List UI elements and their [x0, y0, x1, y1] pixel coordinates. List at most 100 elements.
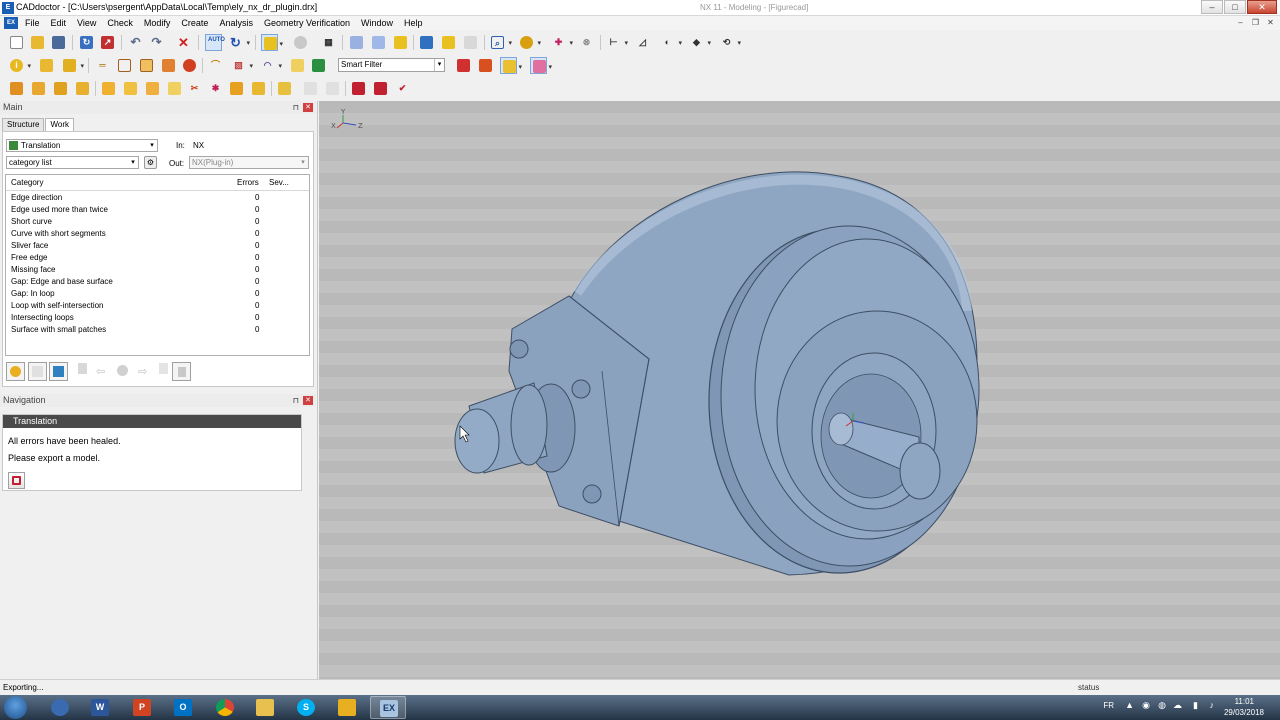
- table-row[interactable]: Surface with small patches 0: [6, 324, 309, 336]
- table-row[interactable]: Intersecting loops 0: [6, 312, 309, 324]
- menu-create[interactable]: Create: [181, 17, 208, 29]
- menu-logo-icon[interactable]: EX: [4, 17, 18, 29]
- table-row[interactable]: Missing face 0: [6, 264, 309, 276]
- open-file-button[interactable]: [29, 34, 46, 51]
- select-face-button[interactable]: [38, 57, 55, 74]
- network-icon[interactable]: ▮: [1193, 700, 1198, 711]
- taskbar-ie[interactable]: [42, 696, 78, 719]
- back-button[interactable]: ⇦: [93, 362, 112, 381]
- table-row[interactable]: Gap: Edge and base surface 0: [6, 276, 309, 288]
- heal-tool4-button[interactable]: [74, 80, 91, 97]
- table-row[interactable]: Short curve 0: [6, 216, 309, 228]
- table-row[interactable]: Gap: In loop 0: [6, 288, 309, 300]
- shaded-mode-button[interactable]: ▾: [261, 34, 283, 51]
- view-cube3-button[interactable]: [392, 34, 409, 51]
- zoom-button[interactable]: ⌕ ▾: [489, 34, 512, 51]
- menu-edit[interactable]: Edit: [51, 17, 67, 29]
- heal-tool1-button[interactable]: [8, 80, 25, 97]
- view-cube-button[interactable]: [348, 34, 365, 51]
- view-cube2-button[interactable]: [370, 34, 387, 51]
- menu-analysis[interactable]: Analysis: [219, 17, 253, 29]
- trim-button[interactable]: ✂: [186, 80, 203, 97]
- mdi-close-button[interactable]: ✕: [1264, 17, 1277, 28]
- taskbar-nx[interactable]: [329, 696, 365, 719]
- language-indicator[interactable]: FR: [1103, 701, 1114, 710]
- surface-tool3-button[interactable]: [144, 80, 161, 97]
- assembly-button[interactable]: [181, 57, 198, 74]
- arc-button[interactable]: ◠ ▾: [259, 57, 282, 74]
- light-button[interactable]: ◐ ▾: [659, 34, 682, 51]
- inspect-button[interactable]: [6, 362, 25, 381]
- tray-app2-icon[interactable]: ◍: [1158, 700, 1166, 711]
- undo-button[interactable]: ↶: [127, 34, 144, 51]
- model-canvas[interactable]: Y Z X: [319, 101, 1280, 679]
- delete-button[interactable]: ✕: [175, 34, 192, 51]
- close-button[interactable]: ✕: [1247, 0, 1277, 14]
- translation-section-header[interactable]: Translation: [3, 415, 301, 428]
- auto-heal-2-button[interactable]: [372, 80, 389, 97]
- solid-cube-button[interactable]: [138, 57, 155, 74]
- menu-help[interactable]: Help: [404, 17, 423, 29]
- tray-arrow-icon[interactable]: ▲: [1125, 700, 1134, 710]
- taskbar-word[interactable]: W: [82, 696, 118, 719]
- pin-icon[interactable]: ⊓: [293, 394, 299, 407]
- tab-structure[interactable]: Structure: [2, 118, 45, 131]
- taskbar-chrome[interactable]: [207, 696, 243, 719]
- compare-button[interactable]: [440, 34, 457, 51]
- mdi-restore-button[interactable]: ❐: [1249, 17, 1262, 28]
- note-button[interactable]: [289, 57, 306, 74]
- menu-view[interactable]: View: [77, 17, 96, 29]
- column-category[interactable]: Category: [11, 175, 43, 191]
- panel-close-button[interactable]: ✕: [303, 103, 313, 112]
- start-button[interactable]: [4, 696, 27, 719]
- info-button[interactable]: i ▾: [8, 57, 31, 74]
- pin-icon[interactable]: ⊓: [293, 101, 299, 114]
- section-button[interactable]: ◿: [634, 34, 651, 51]
- settings-gear-button[interactable]: ⚙: [144, 156, 157, 169]
- surface-tool1-button[interactable]: [100, 80, 117, 97]
- filter-pink-button[interactable]: ▾: [530, 57, 552, 74]
- run-button[interactable]: [49, 362, 68, 381]
- taskbar-explorer[interactable]: [247, 696, 283, 719]
- forward-button[interactable]: ⇨: [135, 362, 154, 381]
- minimize-button[interactable]: –: [1201, 0, 1223, 14]
- compare-disabled-button[interactable]: [462, 34, 479, 51]
- edge-button[interactable]: ═: [94, 57, 111, 74]
- menu-check[interactable]: Check: [107, 17, 133, 29]
- volume-icon[interactable]: ♪: [1210, 700, 1215, 710]
- layer-button[interactable]: [310, 57, 327, 74]
- table-row[interactable]: Curve with short segments 0: [6, 228, 309, 240]
- clock-date[interactable]: 29/03/2018: [1224, 708, 1264, 717]
- encoder-model[interactable]: [454, 171, 980, 576]
- table-row[interactable]: Free edge 0: [6, 252, 309, 264]
- merge-button[interactable]: [250, 80, 267, 97]
- new-file-button[interactable]: [8, 34, 25, 51]
- table-row[interactable]: Loop with self-intersection 0: [6, 300, 309, 312]
- auto-rotate-button[interactable]: AUTO: [205, 34, 225, 51]
- filter-yellow-button[interactable]: ▾: [500, 57, 522, 74]
- taskbar-skype[interactable]: S: [288, 696, 324, 719]
- auto-heal-button[interactable]: [350, 80, 367, 97]
- comment-button[interactable]: [114, 362, 133, 381]
- disabled-tool1-button[interactable]: [302, 80, 319, 97]
- settings-button[interactable]: ⟲ ▾: [718, 34, 741, 51]
- group-button[interactable]: [276, 80, 293, 97]
- mdi-minimize-button[interactable]: –: [1234, 17, 1247, 28]
- filter-red-button[interactable]: [455, 57, 472, 74]
- fit-button[interactable]: ⊗: [578, 34, 595, 51]
- import-button[interactable]: ↻: [78, 34, 95, 51]
- table-row[interactable]: Sliver face 0: [6, 240, 309, 252]
- surface-tool4-button[interactable]: [166, 80, 183, 97]
- maximize-button[interactable]: □: [1224, 0, 1246, 14]
- panel-close-button[interactable]: ✕: [303, 396, 313, 405]
- pick-button[interactable]: ✚ ▾: [550, 34, 573, 51]
- save-button[interactable]: [50, 34, 67, 51]
- measure-button[interactable]: ▦: [320, 34, 337, 51]
- menu-window[interactable]: Window: [361, 17, 393, 29]
- table-row[interactable]: Edge used more than twice 0: [6, 204, 309, 216]
- navigation-scrollbar[interactable]: [306, 408, 315, 678]
- clock-time[interactable]: 11:01: [1235, 697, 1254, 706]
- pan-button[interactable]: ▾: [518, 34, 541, 51]
- sphere-button[interactable]: [292, 34, 309, 51]
- wire-cube-button[interactable]: [116, 57, 133, 74]
